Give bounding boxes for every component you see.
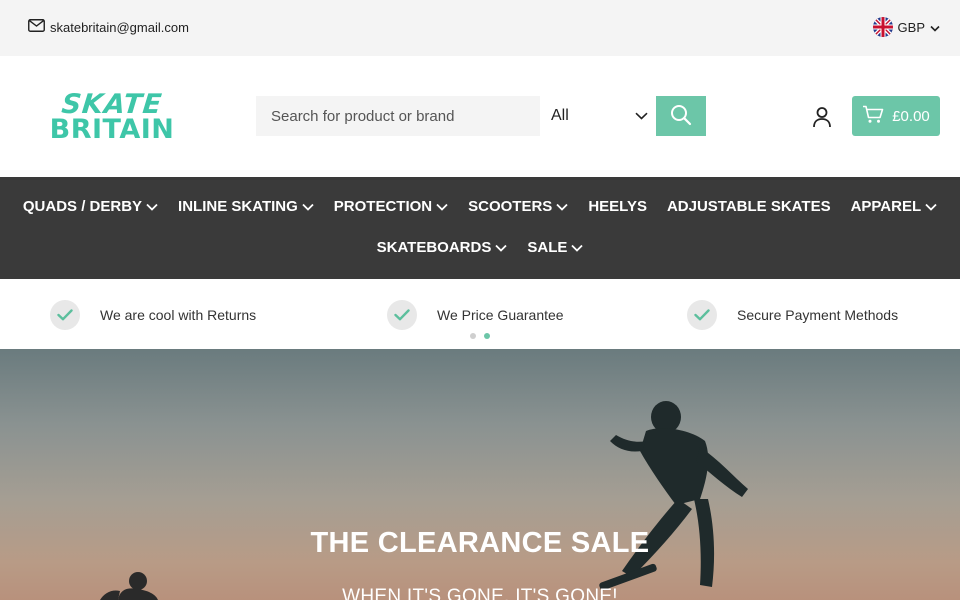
search-input[interactable]: [256, 96, 540, 136]
check-icon: [387, 300, 417, 330]
chevron-down-icon: [571, 244, 584, 252]
nav-item-label: QUADS / DERBY: [22, 198, 143, 215]
chevron-down-icon: [495, 244, 507, 252]
logo-line-1: SKATE: [60, 89, 164, 120]
carousel-dot-2[interactable]: [484, 333, 490, 339]
nav-item-protection[interactable]: PROTECTION: [334, 198, 448, 215]
cart-icon: [862, 105, 884, 128]
chevron-down-icon: [635, 107, 648, 125]
nav-item-inline-skating[interactable]: INLINE SKATING: [178, 198, 314, 215]
hero-subtitle: WHEN IT'S GONE, IT'S GONE!: [342, 586, 618, 600]
nav-item-sale[interactable]: SALE: [527, 239, 584, 256]
usp-text: Secure Payment Methods: [737, 307, 899, 323]
usp-text: We are cool with Returns: [100, 307, 257, 323]
hero-title: THE CLEARANCE SALE: [310, 527, 650, 559]
usp-secure-payment: Secure Payment Methods: [687, 300, 898, 330]
nav-item-skateboards[interactable]: SKATEBOARDS: [377, 239, 508, 256]
nav-item-quads-derby[interactable]: QUADS / DERBY: [23, 198, 158, 215]
search-icon: [670, 104, 692, 129]
main-navigation: QUADS / DERBY INLINE SKATING PROTECTION SCO…: [0, 177, 960, 279]
nav-item-label: INLINE SKATING: [178, 198, 298, 215]
mail-icon: [28, 19, 45, 35]
nav-item-apparel[interactable]: APPAREL: [851, 198, 938, 215]
currency-label: GBP: [897, 19, 925, 35]
search-bar: All: [256, 96, 706, 136]
chevron-down-icon: [930, 20, 940, 35]
logo-line-2: BRITAIN: [49, 114, 175, 145]
category-select[interactable]: All: [540, 96, 656, 136]
email-link[interactable]: skatebritain@gmail.com: [28, 19, 189, 35]
cart-button[interactable]: £0.00: [852, 96, 940, 136]
site-logo[interactable]: SKATE BRITAIN: [40, 89, 184, 145]
chevron-down-icon: [556, 203, 568, 211]
nav-item-label: SCOOTERS: [468, 198, 553, 215]
header: SKATE BRITAIN All £0.00: [0, 56, 960, 177]
email-text: skatebritain@gmail.com: [50, 19, 189, 35]
uk-flag-icon: [872, 17, 893, 37]
nav-item-scooters[interactable]: SCOOTERS: [468, 198, 568, 215]
usp-bar: We are cool with Returns We Price Guaran…: [0, 279, 960, 349]
skater-silhouette: [100, 401, 748, 600]
check-icon: [50, 300, 80, 330]
carousel-dot-1[interactable]: [470, 333, 476, 339]
currency-selector[interactable]: GBP: [872, 17, 940, 37]
usp-text: We Price Guarantee: [437, 307, 564, 323]
category-select-value: All: [551, 107, 569, 124]
nav-item-label: ADJUSTABLE SKATES: [666, 198, 831, 215]
hero-banner[interactable]: THE CLEARANCE SALE WHEN IT'S GONE, IT'S …: [0, 349, 960, 600]
nav-item-label: APPAREL: [850, 198, 922, 215]
account-button[interactable]: [810, 105, 834, 129]
check-icon: [687, 300, 717, 330]
chevron-down-icon: [436, 203, 448, 211]
chevron-down-icon: [925, 203, 937, 211]
nav-item-heelys[interactable]: HEELYS: [588, 198, 647, 215]
nav-item-label: SALE: [527, 239, 568, 256]
carousel-dots: [470, 333, 490, 339]
nav-item-label: HEELYS: [588, 198, 647, 215]
nav-item-adjustable-skates[interactable]: ADJUSTABLE SKATES: [667, 198, 831, 215]
nav-item-label: SKATEBOARDS: [376, 239, 492, 256]
search-button[interactable]: [656, 96, 706, 136]
cart-total: £0.00: [892, 107, 930, 125]
chevron-down-icon: [146, 203, 158, 211]
usp-returns: We are cool with Returns: [50, 300, 256, 330]
chevron-down-icon: [302, 203, 314, 211]
usp-price-guarantee: We Price Guarantee: [387, 300, 564, 330]
nav-row-1: QUADS / DERBY INLINE SKATING PROTECTION SCO…: [0, 198, 960, 215]
top-bar: skatebritain@gmail.com GBP: [0, 0, 960, 56]
nav-item-label: PROTECTION: [333, 198, 433, 215]
nav-row-2: SKATEBOARDS SALE: [0, 239, 960, 256]
user-icon: [810, 107, 834, 133]
